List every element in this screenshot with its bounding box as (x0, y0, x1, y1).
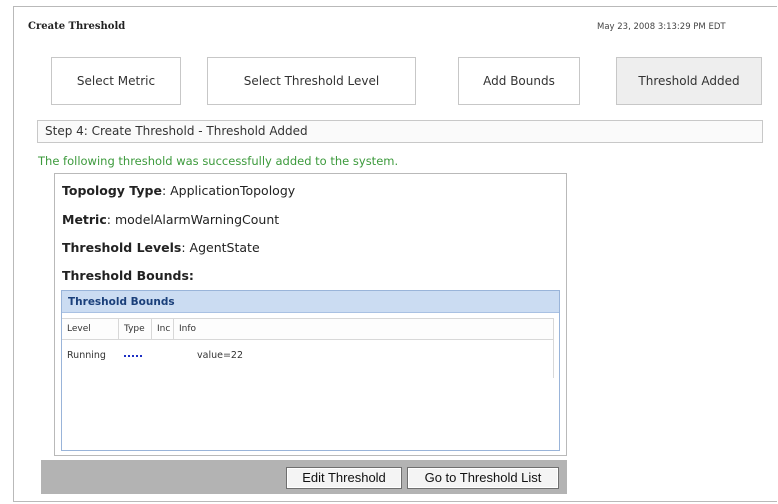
dotted-line-icon (124, 354, 142, 357)
column-header-type[interactable]: Type (119, 319, 152, 339)
column-header-info[interactable]: Info (174, 319, 553, 339)
metric-field: Metric: modelAlarmWarningCount (62, 212, 279, 227)
column-header-inc[interactable]: Inc (152, 319, 174, 339)
step-select-metric[interactable]: Select Metric (51, 57, 181, 105)
metric-label: Metric (62, 212, 107, 227)
table-row[interactable]: Running value=22 (62, 343, 553, 369)
go-to-threshold-list-button[interactable]: Go to Threshold List (407, 467, 559, 489)
topology-field: Topology Type: ApplicationTopology (62, 183, 295, 198)
bounds-field: Threshold Bounds: (62, 268, 194, 283)
table-header: Level Type Inc Info (62, 318, 553, 340)
table-title: Threshold Bounds (62, 291, 559, 313)
topology-label: Topology Type (62, 183, 162, 198)
success-message: The following threshold was successfully… (38, 154, 399, 168)
page-title: Create Threshold (28, 21, 126, 32)
step-header: Step 4: Create Threshold - Threshold Add… (37, 120, 763, 143)
metric-value: : modelAlarmWarningCount (106, 212, 280, 227)
column-header-level[interactable]: Level (62, 319, 119, 339)
bounds-label: Threshold Bounds: (62, 268, 194, 283)
edit-threshold-button[interactable]: Edit Threshold (286, 467, 402, 489)
threshold-bounds-table: Threshold Bounds Level Type Inc Info Run… (61, 290, 560, 451)
step-select-threshold-level[interactable]: Select Threshold Level (207, 57, 416, 105)
levels-label: Threshold Levels (62, 240, 182, 255)
topology-value: : ApplicationTopology (161, 183, 296, 198)
cell-info: value=22 (197, 350, 243, 361)
step-add-bounds[interactable]: Add Bounds (458, 57, 580, 105)
timestamp: May 23, 2008 3:13:29 PM EDT (597, 22, 726, 32)
table-scroll-divider (553, 318, 554, 378)
levels-value: : AgentState (181, 240, 260, 255)
cell-type (119, 343, 152, 369)
levels-field: Threshold Levels: AgentState (62, 240, 260, 255)
cell-level: Running (67, 350, 106, 361)
step-threshold-added[interactable]: Threshold Added (616, 57, 762, 105)
